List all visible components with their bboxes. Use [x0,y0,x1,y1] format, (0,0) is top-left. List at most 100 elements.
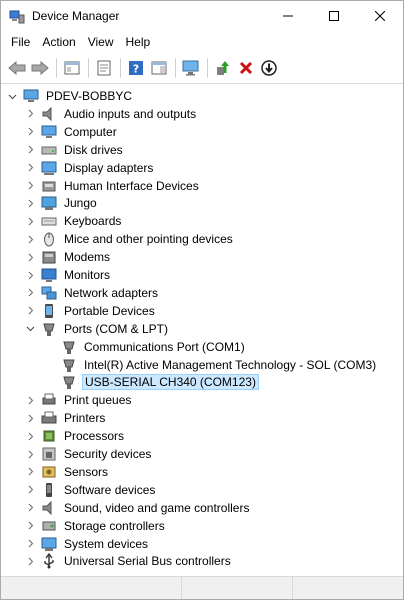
show-hide-console-tree-button[interactable] [62,58,82,78]
console-tree-icon [64,61,80,75]
forward-button[interactable] [30,58,50,78]
scan-hardware-changes-button[interactable] [181,58,201,78]
tree-device[interactable]: USB-SERIAL CH340 (COM123) [45,373,259,391]
port-icon [61,339,77,355]
tree-category[interactable]: Network adapters [25,284,160,302]
menu-view[interactable]: View [82,35,120,49]
chevron-right-icon[interactable] [25,427,35,445]
chevron-right-icon[interactable] [25,141,35,159]
chevron-right-icon[interactable] [25,535,35,553]
remove-x-icon [239,61,253,75]
tree-device[interactable]: Intel(R) Active Management Technology - … [45,356,378,374]
tree-item-label: Human Interface Devices [64,178,199,193]
chevron-right-icon[interactable] [25,212,35,230]
chevron-right-icon[interactable] [25,409,35,427]
close-button[interactable] [357,1,403,31]
back-button[interactable] [7,58,27,78]
tree-category[interactable]: Printers [25,409,107,427]
tree-category[interactable]: Jungo [25,194,99,212]
chevron-right-icon[interactable] [25,552,35,570]
tree-category[interactable]: Disk drives [25,141,125,159]
minimize-button[interactable] [265,1,311,31]
uninstall-device-button[interactable] [236,58,256,78]
status-bar [1,576,403,599]
chevron-right-icon[interactable] [25,463,35,481]
tree-category[interactable]: Monitors [25,266,112,284]
tree-item-label: Sound, video and game controllers [64,500,250,515]
tree-category[interactable]: Processors [25,427,126,445]
chevron-right-icon[interactable] [25,248,35,266]
tree-item-label: PDEV-BOBBYC [46,89,133,103]
tree-category[interactable]: Universal Serial Bus controllers [25,552,233,570]
tree-category[interactable]: Keyboards [25,212,123,230]
tree-category[interactable]: Software devices [25,481,157,499]
chevron-right-icon[interactable] [25,177,35,195]
sensor-icon [41,464,57,480]
show-hide-action-pane-button[interactable] [149,58,169,78]
chevron-down-icon[interactable] [25,320,35,338]
maximize-icon [329,11,339,21]
update-driver-button[interactable] [213,58,233,78]
title-bar[interactable]: Device Manager [1,1,403,31]
chevron-right-icon[interactable] [25,194,35,212]
processor-icon [41,428,57,444]
tree-category[interactable]: Ports (COM & LPT) [25,320,170,338]
close-icon [375,11,385,21]
menu-action[interactable]: Action [36,35,81,49]
tree-item-label: Security devices [64,447,152,461]
tree-item-label: Ports (COM & LPT) [64,321,169,336]
tree-category[interactable]: Computer [25,123,119,141]
chevron-right-icon[interactable] [25,105,35,123]
computer-icon [41,124,57,140]
minimize-icon [283,15,293,17]
chevron-right-icon[interactable] [25,266,35,284]
tree-item-label: Network adapters [64,285,159,300]
disk-drive-icon [41,142,57,158]
tree-category[interactable]: Modems [25,248,112,266]
tree-category[interactable]: Human Interface Devices [25,177,201,195]
tree-category[interactable]: Mice and other pointing devices [25,230,235,248]
tree-category[interactable]: Sound, video and game controllers [25,499,251,517]
chevron-right-icon[interactable] [25,517,35,535]
maximize-button[interactable] [311,1,357,31]
chevron-down-icon[interactable] [7,87,17,105]
chevron-right-icon[interactable] [25,302,35,320]
tree-category[interactable]: Portable Devices [25,302,157,320]
tree-category[interactable]: Print queues [25,391,133,409]
back-arrow-icon [8,61,26,75]
tree-category[interactable]: Security devices [25,445,153,463]
help-button[interactable]: ? [126,58,146,78]
menu-help[interactable]: Help [120,35,157,49]
device-manager-window: Device Manager File Action View Help ? P… [0,0,404,600]
usb-icon [41,553,57,569]
tree-category[interactable]: Audio inputs and outputs [25,105,198,123]
tree-root[interactable]: PDEV-BOBBYC [7,87,134,105]
chevron-right-icon[interactable] [25,499,35,517]
chevron-right-icon[interactable] [25,159,35,177]
svg-text:?: ? [133,63,139,76]
properties-button[interactable] [94,58,114,78]
tree-item-label: Software devices [64,482,156,497]
hid-icon [41,178,57,194]
chevron-right-icon[interactable] [25,445,35,463]
chevron-right-icon[interactable] [25,391,35,409]
tree-item-label: Modems [64,250,111,265]
tree-item-label: Mice and other pointing devices [64,232,233,247]
disable-down-arrow-icon [261,60,277,76]
monitor-icon [41,267,57,283]
chevron-right-icon[interactable] [25,481,35,499]
chevron-right-icon[interactable] [25,284,35,302]
tree-device[interactable]: Communications Port (COM1) [45,338,247,356]
tree-item-label: Communications Port (COM1) [84,339,245,354]
menu-file[interactable]: File [5,35,36,49]
tree-category[interactable]: Sensors [25,463,110,481]
device-tree: PDEV-BOBBYC Audio inputs and outputs Compu… [1,85,403,573]
chevron-right-icon[interactable] [25,230,35,248]
chevron-right-icon[interactable] [25,123,35,141]
disable-device-button[interactable] [259,58,279,78]
tree-category[interactable]: Storage controllers [25,517,167,535]
tree-category[interactable]: Display adapters [25,159,155,177]
portable-device-icon [41,303,57,319]
tree-category[interactable]: System devices [25,535,150,553]
